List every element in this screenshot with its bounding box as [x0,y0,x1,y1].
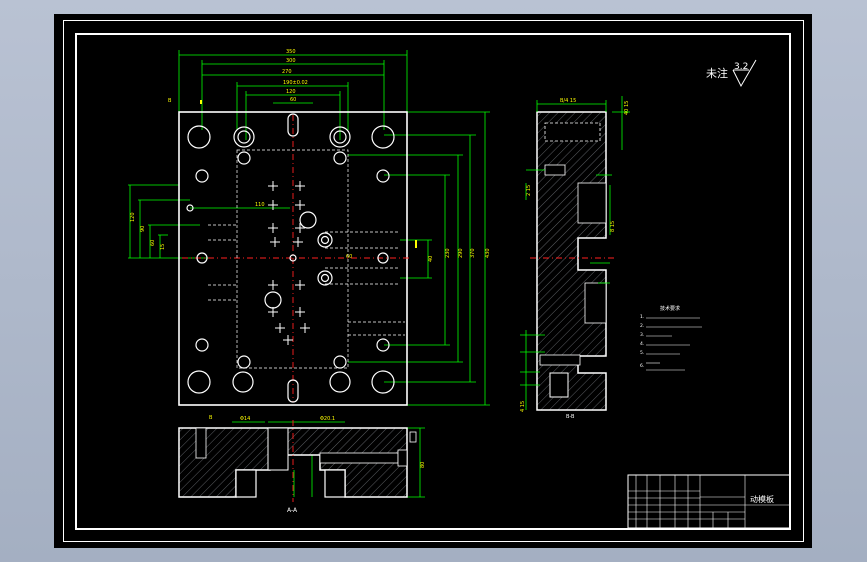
svg-text:4 15: 4 15 [520,401,526,412]
svg-text:B/4 15: B/4 15 [560,98,576,104]
technical-requirements: 技术要求 1. 2. 3. 4. 5. 6. [640,305,702,371]
svg-text:270: 270 [282,69,292,75]
dimension-labels: 350 300 270 190±0.02 120 60 110 60 Φ14 Φ… [168,49,352,422]
svg-text:120: 120 [286,89,296,95]
hidden-lines [208,149,405,369]
svg-text:290: 290 [458,248,464,258]
holes [186,113,395,403]
svg-text:15: 15 [160,244,166,250]
svg-text:370: 370 [470,248,476,258]
svg-text:350: 350 [286,49,296,55]
svg-text:300: 300 [286,58,296,64]
svg-text:60: 60 [346,254,352,260]
section-label-side: B-B [566,414,575,420]
svg-text:B: B [209,415,213,421]
svg-text:60: 60 [150,240,156,246]
roughness-note-text: 未注 [706,66,728,80]
tech-note-2: 2. [640,323,644,329]
tech-note-1: 1. [640,314,644,320]
svg-text:90: 90 [140,226,146,232]
svg-text:230: 230 [445,248,451,258]
svg-text:190±0.02: 190±0.02 [283,80,308,86]
svg-text:Φ20.1: Φ20.1 [320,416,335,422]
svg-text:110: 110 [255,202,265,208]
ejector-pins [268,181,310,345]
tech-note-4: 4. [640,341,644,347]
svg-text:40: 40 [428,256,434,262]
tech-requirements-title: 技术要求 [660,305,680,312]
svg-text:B: B [168,98,172,104]
tech-note-6: 6. [640,363,644,369]
svg-text:430: 430 [485,248,491,258]
tech-note-3: 3. [640,332,644,338]
cad-drawing: 350 300 270 190±0.02 120 60 110 60 Φ14 Φ… [128,49,791,529]
title-block: 动模板 [627,474,791,529]
section-label-bottom: A-A [287,507,298,514]
title-block-name: 动模板 [750,494,774,504]
section-view-bottom: A-A [178,420,417,514]
tech-note-5: 5. [640,350,644,356]
svg-text:40 15: 40 15 [624,101,630,115]
svg-text:80: 80 [420,462,426,468]
roughness-note: 未注 3.2 [706,59,757,88]
svg-text:60: 60 [290,97,296,103]
svg-text:Φ14: Φ14 [240,416,250,422]
svg-text:120: 120 [130,212,136,222]
svg-text:2 15: 2 15 [526,185,532,196]
section-view-side: B/4 15 40 15 2 15 8 15 4 15 B-B [520,96,630,420]
plan-marks [200,100,417,248]
svg-text:8 15: 8 15 [610,221,616,232]
